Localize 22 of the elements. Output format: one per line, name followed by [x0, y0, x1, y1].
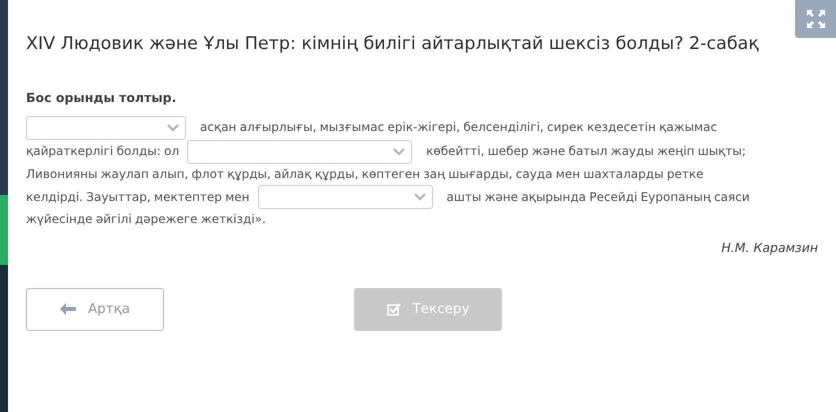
instruction-text: Бос орынды толтыр. — [26, 89, 178, 107]
passage-text: қайраткерлігі болды: ол — [26, 143, 180, 160]
passage-text: Ливонияны жаулап алып, флот құрды, айлақ құрды, көптеген заң шығарды, сауда мен шахталарды ретке — [26, 166, 704, 183]
passage-text: жүйесінде әйгілі дәрежеге жеткізді». — [26, 211, 266, 228]
answer-dropdown[interactable] — [187, 140, 412, 164]
answer-dropdown[interactable] — [258, 185, 432, 210]
chevron-icon — [393, 148, 406, 156]
passage-text: келдірді. Зауыттар, мектептер мен — [26, 188, 250, 206]
chevron-icon — [414, 193, 426, 202]
answer-dropdown[interactable] — [26, 116, 186, 140]
passage-text: асқан алғырлығы, мызғымас ерік-жігері, белсенділігі, сирек кездесетін қажымас — [200, 119, 718, 136]
checkbox-icon — [386, 302, 400, 316]
active-indicator — [0, 195, 8, 265]
chevron-icon — [167, 124, 179, 132]
passage-text: ашты және ақырында Ресейді Еуропаның саяси — [446, 188, 750, 206]
fullscreen-button[interactable] — [795, 0, 836, 38]
back-button[interactable]: Артқа — [26, 288, 164, 330]
expand-icon — [806, 9, 826, 29]
page-title: XIV Людовик және Ұлы Петр: кімнің билігі айтарлықтай шексіз болды? 2-сабақ — [26, 34, 760, 55]
passage-text: көбейтті, шебер және батыл жауды жеңіп шықты; — [426, 143, 746, 160]
arrow-left-icon — [60, 303, 76, 315]
author-name: Н.М. Карамзин — [720, 238, 818, 257]
